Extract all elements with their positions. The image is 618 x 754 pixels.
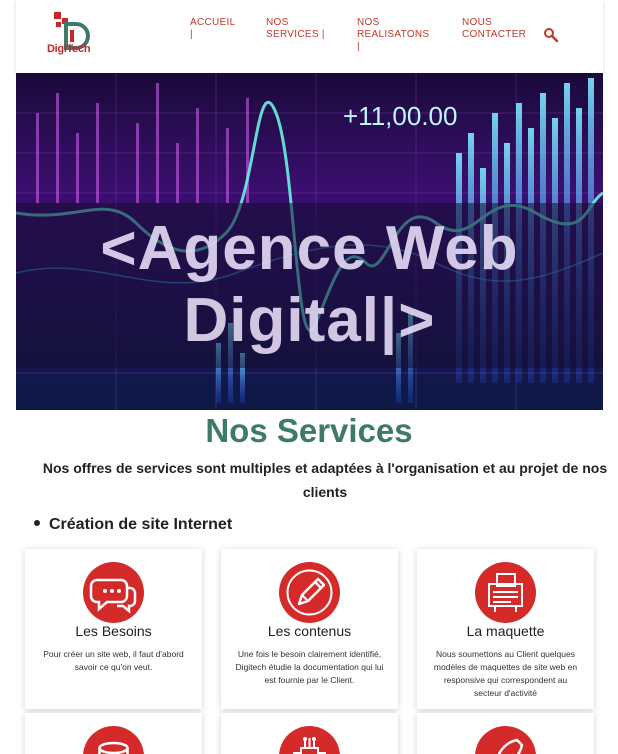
nav-realisations[interactable]: NOS REALISATONS |	[357, 17, 435, 53]
card-title: Les contenus	[267, 623, 352, 639]
service-card-contenus[interactable]: Les contenus Une fois le besoin claireme…	[221, 549, 398, 709]
service-category-label: Création de site Internet	[49, 516, 233, 533]
search-icon[interactable]	[543, 27, 559, 43]
nav-contact-label: NOUS CONTACTER	[462, 17, 527, 40]
nav-contact[interactable]: NOUS CONTACTER	[462, 17, 532, 41]
nav-accueil[interactable]: ACCUEIL |	[190, 17, 242, 41]
wireframe-icon	[475, 562, 536, 623]
nav-services-label: NOS SERVICES |	[266, 17, 325, 40]
nav-accueil-label: ACCUEIL	[190, 17, 236, 28]
services-title: Nos Services	[205, 412, 413, 449]
hero-ticker: +11,00.00	[343, 101, 457, 131]
services-subtitle: Nos offres de services sont multiples et…	[42, 460, 608, 500]
hero-title: <Agence Web Digital|>	[100, 214, 519, 355]
nav-realisations-label: NOS REALISATONS	[357, 17, 430, 40]
nav-separator: |	[190, 29, 193, 40]
hero-banner: +11,00.00 <Agence Web Digital|>	[16, 73, 603, 410]
service-card-5[interactable]	[221, 713, 398, 754]
database-icon	[83, 726, 144, 754]
pencil-icon	[279, 562, 340, 623]
service-card-6[interactable]	[417, 713, 594, 754]
service-category: Création de site Internet	[34, 516, 232, 534]
card-description: Une fois le besoin clairement identifié,…	[235, 649, 384, 685]
logo-text: DigiTech	[47, 43, 91, 55]
nav-separator: |	[357, 41, 360, 52]
service-card-4[interactable]	[25, 713, 202, 754]
service-card-besoins[interactable]: Les Besoins Pour créer un site web, il f…	[25, 549, 202, 709]
site-header: DigiTech ACCUEIL | NOS SERVICES | NOS RE…	[16, 0, 603, 73]
service-card-maquette[interactable]: La maquette Nous soumettons au Client qu…	[417, 549, 594, 709]
card-title: Les Besoins	[75, 623, 152, 639]
card-description: Pour créer un site web, il faut d'abord …	[43, 649, 184, 672]
card-title: La maquette	[466, 623, 545, 639]
circuit-icon	[279, 726, 340, 754]
card-description: Nous soumettons au Client quelques modèl…	[433, 649, 578, 698]
rocket-icon	[475, 726, 536, 754]
chat-bubbles-icon	[83, 562, 144, 623]
nav-services[interactable]: NOS SERVICES |	[266, 17, 332, 41]
